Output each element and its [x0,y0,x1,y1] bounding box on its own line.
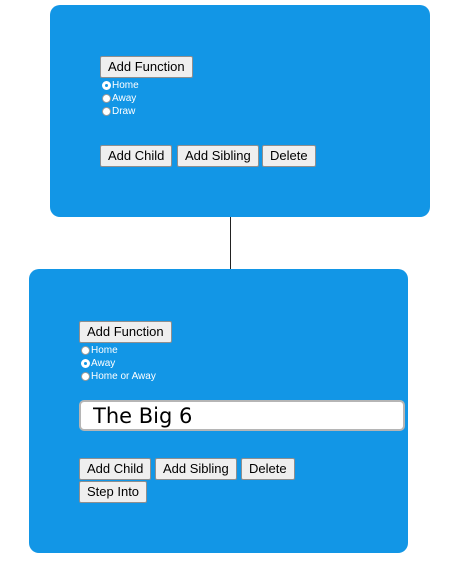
radio-label: Draw [112,106,136,117]
radio-label: Away [112,93,137,104]
radio-option-home[interactable]: Home [102,79,139,92]
radio-option-home[interactable]: Home [81,344,118,357]
radio-checked-icon[interactable] [81,359,90,368]
add-function-button[interactable]: Add Function [79,321,172,343]
radio-option-home-or-away[interactable]: Home or Away [81,370,156,383]
add-child-button[interactable]: Add Child [100,145,173,167]
radio-label: Home or Away [91,371,156,382]
radio-option-away[interactable]: Away [102,92,136,105]
delete-button[interactable]: Delete [241,458,295,480]
add-sibling-button[interactable]: Add Sibling [155,458,237,480]
radio-option-draw[interactable]: Draw [102,105,135,118]
radio-unchecked-icon[interactable] [81,372,90,381]
radio-label: Home [91,345,118,356]
node-card-2: Add Function Home Away Home or Away Add … [29,269,408,553]
radio-checked-icon[interactable] [102,81,111,90]
add-child-button[interactable]: Add Child [79,458,152,480]
radio-label: Home [112,80,139,91]
radio-option-away[interactable]: Away [81,357,115,370]
radio-unchecked-icon[interactable] [102,94,111,103]
function-name-input[interactable] [79,400,405,431]
delete-button[interactable]: Delete [262,145,316,167]
radio-unchecked-icon[interactable] [81,346,90,355]
node-card-1: Add Function Home Away Draw Add Child Ad… [50,5,430,217]
add-function-button[interactable]: Add Function [100,56,193,78]
radio-unchecked-icon[interactable] [102,107,111,116]
step-into-button[interactable]: Step Into [79,481,148,503]
add-sibling-button[interactable]: Add Sibling [177,145,259,167]
radio-label: Away [91,358,116,369]
node-connector-line [230,217,231,269]
